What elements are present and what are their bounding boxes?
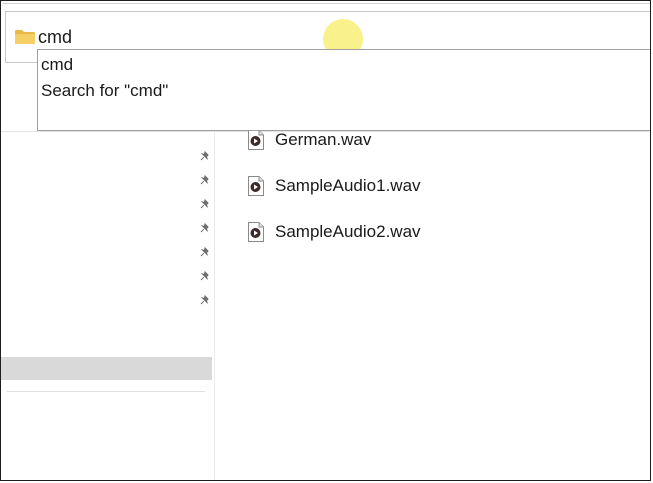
pin-icon[interactable] [200,148,210,161]
audio-file-icon [248,222,264,242]
pin-icon[interactable] [200,172,210,185]
address-input[interactable] [38,26,258,48]
autocomplete-dropdown: cmd Search for "cmd" [37,49,650,131]
pane-divider[interactable] [214,132,215,480]
audio-file-icon [248,176,264,196]
file-name: SampleAudio1.wav [275,176,421,195]
file-item[interactable]: German.wav [247,128,507,152]
navigation-pane [1,132,213,480]
autocomplete-item-cmd[interactable]: cmd [41,53,73,77]
file-item[interactable]: SampleAudio2.wav [247,220,507,244]
autocomplete-item-search[interactable]: Search for "cmd" [41,79,168,103]
pin-icon[interactable] [200,220,210,233]
pin-icon[interactable] [200,244,210,257]
pin-icon[interactable] [200,292,210,305]
nav-item-selected[interactable] [1,357,212,380]
file-item[interactable]: SampleAudio1.wav [247,174,507,198]
explorer-window: cmd Search for "cmd" [0,0,651,481]
audio-file-icon [248,130,264,150]
pin-icon[interactable] [200,196,210,209]
pin-icon[interactable] [200,268,210,281]
toolbar-edge [3,3,650,4]
folder-icon [14,29,36,45]
nav-separator [7,391,205,392]
file-name: German.wav [275,130,372,149]
file-name: SampleAudio2.wav [275,222,421,241]
